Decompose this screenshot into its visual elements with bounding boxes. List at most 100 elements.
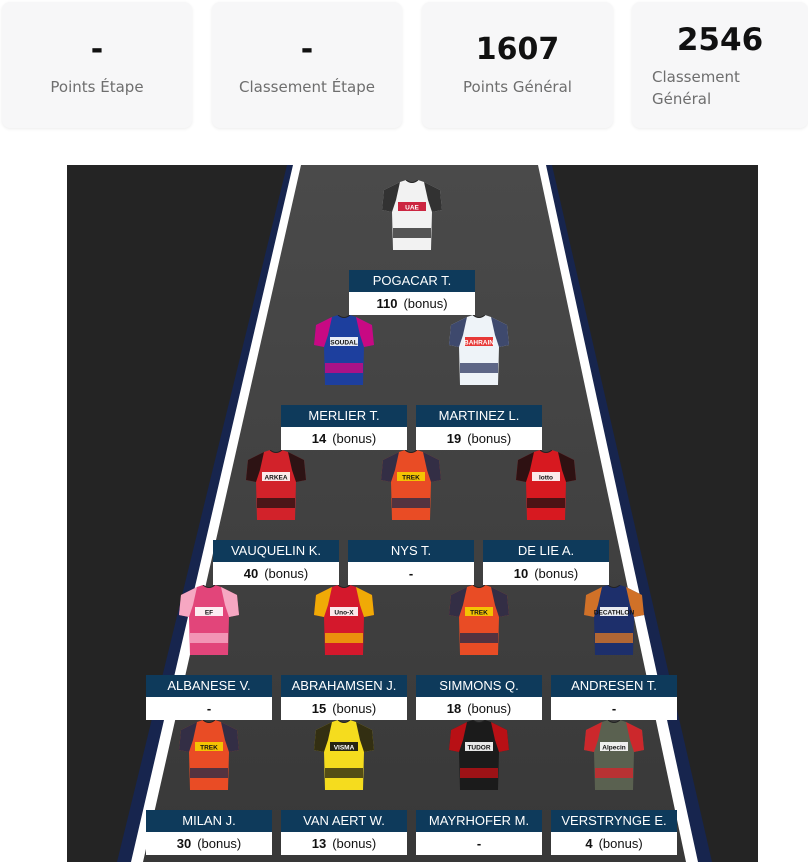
rider-card-pogacar-t[interactable]: UAE POGACAR T. 110 (bonus): [349, 180, 475, 320]
jersey-icon: ARKEA: [246, 450, 306, 520]
rider-points: 18 (bonus): [416, 697, 542, 720]
points-value: 18: [446, 701, 462, 716]
jersey-icon: BAHRAIN: [449, 315, 509, 385]
jersey-sponsor-text: TREK: [200, 745, 218, 752]
jersey-sponsor-text: VISMA: [334, 745, 355, 752]
jersey-icon: TUDOR: [449, 720, 509, 790]
rider-points: 4 (bonus): [551, 832, 677, 855]
jersey-icon: Uno-X: [314, 585, 374, 655]
rider-points: -: [416, 832, 542, 855]
jersey-sponsor-text: TREK: [470, 610, 488, 617]
rider-card-nys-t[interactable]: TREK NYS T. -: [348, 450, 474, 590]
bonus-label: (bonus): [332, 431, 377, 446]
stat-card-points-etape: - Points Étape: [2, 2, 192, 128]
points-value: 15: [311, 701, 327, 716]
rider-name: MERLIER T.: [281, 405, 407, 427]
rider-card-milan-j[interactable]: TREK MILAN J. 30 (bonus): [146, 720, 272, 860]
rider-points: -: [348, 562, 474, 585]
stat-value: -: [90, 32, 104, 67]
rider-points: 110 (bonus): [349, 292, 475, 315]
rider-card-merlier-t[interactable]: SOUDAL MERLIER T. 14 (bonus): [281, 315, 407, 455]
rider-card-simmons-q[interactable]: TREK SIMMONS Q. 18 (bonus): [416, 585, 542, 725]
jersey-sponsor-text: TUDOR: [467, 745, 490, 752]
rider-name: MAYRHOFER M.: [416, 810, 542, 832]
jersey-sponsor-text: ARKEA: [264, 475, 287, 482]
points-value: 14: [311, 431, 327, 446]
rider-name: NYS T.: [348, 540, 474, 562]
jersey-icon: TREK: [449, 585, 509, 655]
stat-label: Classement Étape: [239, 78, 375, 96]
rider-card-abrahamsen-j[interactable]: Uno-X ABRAHAMSEN J. 15 (bonus): [281, 585, 407, 725]
rider-name: ABRAHAMSEN J.: [281, 675, 407, 697]
jersey-icon: lotto: [516, 450, 576, 520]
stat-value: 1607: [475, 32, 560, 67]
bonus-label: (bonus): [534, 566, 579, 581]
jersey-icon: Alpecin: [584, 720, 644, 790]
points-value: -: [611, 701, 617, 716]
jersey-icon: UAE: [382, 180, 442, 250]
rider-name: VERSTRYNGE E.: [551, 810, 677, 832]
bonus-label: (bonus): [467, 431, 512, 446]
bonus-label: (bonus): [197, 836, 242, 851]
rider-card-verstrynge-e[interactable]: Alpecin VERSTRYNGE E. 4 (bonus): [551, 720, 677, 860]
stat-label: Classement Général: [652, 68, 740, 108]
rider-card-mayrhofer-m[interactable]: TUDOR MAYRHOFER M. -: [416, 720, 542, 860]
stat-card-points-general: 1607 Points Général: [422, 2, 613, 128]
jersey-icon: EF: [179, 585, 239, 655]
bonus-label: (bonus): [403, 296, 448, 311]
bonus-label: (bonus): [332, 701, 377, 716]
stat-value: -: [300, 32, 314, 67]
rider-card-albanese-v[interactable]: EF ALBANESE V. -: [146, 585, 272, 725]
rider-card-de-lie-a[interactable]: lotto DE LIE A. 10 (bonus): [483, 450, 609, 590]
rider-card-vauquelin-k[interactable]: ARKEA VAUQUELIN K. 40 (bonus): [213, 450, 339, 590]
rider-card-van-aert-w[interactable]: VISMA VAN AERT W. 13 (bonus): [281, 720, 407, 860]
points-value: 19: [446, 431, 462, 446]
rider-card-andresen-t[interactable]: DECATHLON ANDRESEN T. -: [551, 585, 677, 725]
jersey-icon: VISMA: [314, 720, 374, 790]
stat-card-classement-general: 2546 Classement Général: [632, 2, 808, 128]
bonus-label: (bonus): [332, 836, 377, 851]
rider-points: 19 (bonus): [416, 427, 542, 450]
points-value: 4: [585, 836, 593, 851]
jersey-sponsor-text: DECATHLON: [594, 610, 635, 617]
team-pitch: UAE POGACAR T. 110 (bonus) SOUDAL MERLIER T. 1…: [67, 165, 758, 862]
bonus-label: (bonus): [264, 566, 309, 581]
rider-points: 10 (bonus): [483, 562, 609, 585]
jersey-sponsor-text: SOUDAL: [330, 340, 357, 347]
rider-name: SIMMONS Q.: [416, 675, 542, 697]
points-value: 110: [376, 296, 398, 311]
rider-name: MILAN J.: [146, 810, 272, 832]
jersey-icon: DECATHLON: [584, 585, 644, 655]
points-value: 40: [243, 566, 259, 581]
rider-name: ALBANESE V.: [146, 675, 272, 697]
points-value: -: [408, 566, 414, 581]
points-value: -: [476, 836, 482, 851]
rider-card-martinez-l[interactable]: BAHRAIN MARTINEZ L. 19 (bonus): [416, 315, 542, 455]
stat-label: Points Étape: [50, 78, 144, 96]
rider-points: 15 (bonus): [281, 697, 407, 720]
rider-name: VAUQUELIN K.: [213, 540, 339, 562]
jersey-icon: TREK: [381, 450, 441, 520]
rider-points: -: [551, 697, 677, 720]
points-value: 10: [513, 566, 529, 581]
rider-points: 13 (bonus): [281, 832, 407, 855]
rider-name: VAN AERT W.: [281, 810, 407, 832]
points-value: 13: [311, 836, 327, 851]
jersey-icon: SOUDAL: [314, 315, 374, 385]
rider-name: MARTINEZ L.: [416, 405, 542, 427]
jersey-sponsor-text: Uno-X: [334, 610, 354, 617]
bonus-label: (bonus): [467, 701, 512, 716]
rider-points: 40 (bonus): [213, 562, 339, 585]
jersey-sponsor-text: UAE: [405, 205, 419, 212]
jersey-sponsor-text: Alpecin: [602, 745, 626, 752]
points-value: -: [206, 701, 212, 716]
jersey-sponsor-text: TREK: [402, 475, 420, 482]
jersey-icon: TREK: [179, 720, 239, 790]
jersey-sponsor-text: lotto: [539, 475, 553, 482]
rider-name: POGACAR T.: [349, 270, 475, 292]
rider-name: ANDRESEN T.: [551, 675, 677, 697]
stat-value: 2546: [676, 22, 764, 58]
rider-points: 14 (bonus): [281, 427, 407, 450]
rider-points: -: [146, 697, 272, 720]
points-value: 30: [176, 836, 192, 851]
